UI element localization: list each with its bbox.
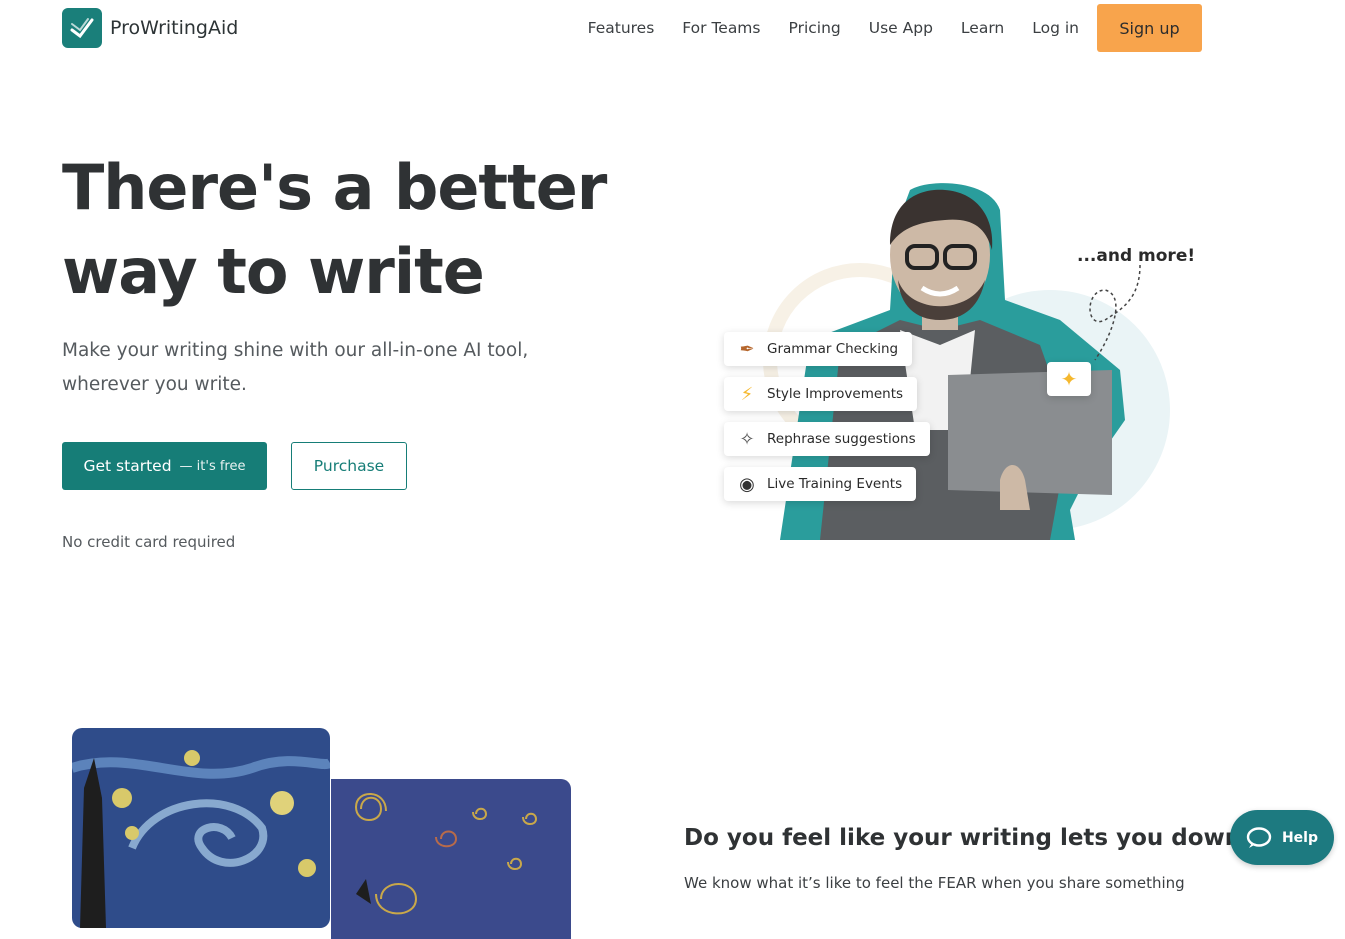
get-started-button[interactable]: Get started — it's free (62, 442, 267, 490)
chip-label: Grammar Checking (767, 341, 899, 357)
swirl-pattern-icon (354, 793, 538, 915)
starry-night-artwork (72, 728, 330, 928)
section-text: We know what it’s like to feel the FEAR … (684, 874, 1185, 892)
video-camera-icon: ◉ (739, 473, 755, 495)
no-credit-card-note: No credit card required (62, 533, 236, 551)
hero-title-line2: way to write (62, 235, 485, 308)
logo-text: ProWritingAid (110, 17, 239, 39)
nav-pricing[interactable]: Pricing (789, 19, 841, 37)
magic-wand-icon: ✧ (739, 428, 755, 450)
nav-log-in[interactable]: Log in (1032, 19, 1079, 37)
get-started-label: Get started (83, 457, 172, 475)
chip-label: Rephrase suggestions (767, 431, 916, 447)
nav-features[interactable]: Features (588, 19, 655, 37)
and-more-label: ...and more! (1077, 246, 1196, 266)
nav-for-teams[interactable]: For Teams (682, 19, 760, 37)
hero-subtitle-line2: wherever you write. (62, 374, 247, 395)
doodle-artwork (331, 779, 571, 939)
chip-label: Style Improvements (767, 386, 904, 402)
nav-use-app[interactable]: Use App (869, 19, 933, 37)
signup-button[interactable]: Sign up (1097, 4, 1202, 52)
hero-title: There's a better way to write (62, 146, 622, 314)
its-free-label: — it's free (179, 458, 246, 474)
starry-night-painting-icon (72, 728, 330, 928)
chip-style-improvements: ⚡ Style Improvements (724, 377, 918, 411)
feather-icon: ✒ (739, 338, 755, 360)
lightning-icon: ⚡ (740, 383, 754, 405)
hero-subtitle-line1: Make your writing shine with our all-in-… (62, 340, 529, 361)
nav-learn[interactable]: Learn (961, 19, 1004, 37)
logo-mark-icon (62, 8, 102, 48)
chip-rephrase-suggestions: ✧ Rephrase suggestions (724, 422, 930, 456)
help-label: Help (1281, 829, 1319, 846)
hero-subtitle: Make your writing shine with our all-in-… (62, 334, 582, 402)
chip-grammar-checking: ✒ Grammar Checking (724, 332, 913, 366)
chip-label: Live Training Events (767, 476, 903, 492)
hero-title-line1: There's a better (62, 151, 607, 224)
help-button[interactable]: Help (1230, 810, 1334, 865)
hero-illustration: ✒ Grammar Checking ⚡ Style Improvements … (700, 170, 1200, 550)
logo[interactable]: ProWritingAid (62, 8, 238, 48)
chip-live-training-events: ◉ Live Training Events (724, 467, 917, 501)
purchase-button[interactable]: Purchase (291, 442, 407, 490)
main-nav: Features For Teams Pricing Use App Learn… (560, 4, 1202, 52)
sparkle-icon: ✦ (1047, 362, 1091, 396)
section-title: Do you feel like your writing lets you d… (684, 825, 1255, 851)
chat-bubble-icon (1246, 826, 1272, 848)
